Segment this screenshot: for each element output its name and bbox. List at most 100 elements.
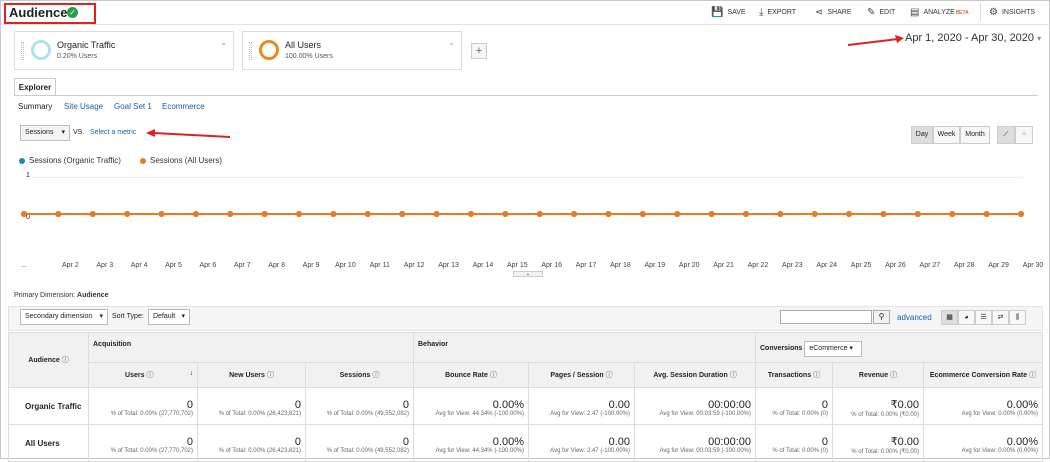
- data-point[interactable]: [124, 211, 131, 217]
- data-point[interactable]: [227, 211, 234, 217]
- add-segment-button[interactable]: +: [471, 43, 487, 59]
- cell-subtext: Avg for View: 0.00% (0.00%): [961, 410, 1039, 417]
- comparison-icon[interactable]: ⇄: [992, 310, 1009, 325]
- data-point[interactable]: [192, 211, 199, 217]
- performance-icon[interactable]: ☰: [975, 310, 992, 325]
- data-point[interactable]: [571, 211, 578, 217]
- col-avg-session-duration[interactable]: Avg. Session Duration ⓘ: [634, 362, 756, 388]
- chevron-down-icon[interactable]: ⌄: [448, 38, 455, 47]
- x-tick-label: Apr 16: [541, 262, 562, 269]
- data-point[interactable]: [261, 211, 268, 217]
- edit-button[interactable]: ✎ EDIT: [867, 7, 895, 18]
- motion-chart-icon[interactable]: ⁘: [1015, 126, 1033, 144]
- vs-label: VS.: [73, 129, 85, 136]
- tab-explorer[interactable]: Explorer: [14, 78, 56, 96]
- data-point[interactable]: [1018, 211, 1024, 217]
- data-point[interactable]: [502, 211, 509, 217]
- data-point[interactable]: [949, 211, 956, 217]
- secondary-dimension-select[interactable]: Secondary dimension ▾: [20, 309, 108, 325]
- col-transactions[interactable]: Transactions ⓘ: [755, 362, 833, 388]
- table-cell: ₹0.00% of Total: 0.00% (₹0.00): [832, 424, 924, 462]
- table-cell: 0.00 Avg for View: 2.47 (-100.00%): [528, 387, 635, 425]
- data-point[interactable]: [674, 211, 681, 217]
- audience-header[interactable]: Audience ⓘ: [8, 332, 89, 388]
- line-chart-icon[interactable]: ⟋: [997, 126, 1015, 144]
- data-point[interactable]: [742, 211, 749, 217]
- segment-percent: 100.00% Users: [285, 53, 333, 60]
- segment-card-organic[interactable]: Organic Traffic 0.20% Users ⌄: [14, 31, 234, 70]
- insights-button[interactable]: ⚙ INSIGHTS: [989, 7, 1035, 18]
- cell-subtext: % of Total: 0.00% (26,423,821): [218, 410, 301, 417]
- data-point[interactable]: [777, 211, 784, 217]
- table-cell: 0.00 Avg for View: 2.47 (-100.00%): [528, 424, 635, 462]
- data-point[interactable]: [21, 211, 27, 217]
- col-pages-session[interactable]: Pages / Session ⓘ: [528, 362, 635, 388]
- data-point[interactable]: [296, 211, 303, 217]
- granularity-day-button[interactable]: Day: [911, 126, 933, 144]
- col-sessions[interactable]: Sessions ⓘ: [305, 362, 414, 388]
- pie-chart-icon[interactable]: ◕: [958, 310, 975, 325]
- col-new-users[interactable]: New Users ⓘ: [197, 362, 306, 388]
- export-button[interactable]: ⤓ EXPORT: [759, 7, 796, 18]
- chart-collapse-handle[interactable]: ⌄: [513, 271, 543, 277]
- data-point[interactable]: [914, 211, 921, 217]
- data-point[interactable]: [880, 211, 887, 217]
- data-point[interactable]: [708, 211, 715, 217]
- data-point[interactable]: [983, 211, 990, 217]
- data-point[interactable]: [811, 211, 818, 217]
- col-ecommerce-conversion-rate[interactable]: Ecommerce Conversion Rate ⓘ: [923, 362, 1043, 388]
- data-table-icon[interactable]: ▦: [941, 310, 958, 325]
- subnav-summary[interactable]: Summary: [18, 102, 52, 111]
- drag-handle-icon[interactable]: [21, 42, 24, 60]
- data-point[interactable]: [89, 211, 96, 217]
- date-range-picker[interactable]: Apr 1, 2020 - Apr 30, 2020 ▾: [905, 32, 1041, 44]
- cell-value: 00:00:00: [708, 398, 751, 411]
- help-icon: ⓘ: [146, 372, 154, 379]
- pivot-icon[interactable]: ⫼: [1009, 310, 1026, 325]
- x-tick-label: Apr 6: [200, 262, 217, 269]
- granularity-month-button[interactable]: Month: [960, 126, 990, 144]
- data-point[interactable]: [605, 211, 612, 217]
- data-point[interactable]: [55, 211, 62, 217]
- sort-type-select[interactable]: Default ▾: [148, 309, 190, 325]
- col-revenue[interactable]: Revenue ⓘ: [832, 362, 924, 388]
- col-bounce-rate[interactable]: Bounce Rate ⓘ: [413, 362, 529, 388]
- cell-value: 0.00%: [1006, 435, 1038, 448]
- data-point[interactable]: [433, 211, 440, 217]
- save-button[interactable]: 💾 SAVE: [711, 7, 746, 18]
- segment-card-all-users[interactable]: All Users 100.00% Users ⌄: [242, 31, 462, 70]
- subnav-goal-set[interactable]: Goal Set 1: [114, 102, 152, 111]
- legend-dot-all-users: [140, 157, 146, 164]
- data-point[interactable]: [158, 211, 165, 217]
- cell-value: 0: [294, 398, 301, 411]
- select-metric-link[interactable]: Select a metric: [90, 129, 136, 136]
- cell-value: 0.00%: [492, 398, 524, 411]
- data-point[interactable]: [364, 211, 371, 217]
- edit-icon: ✎: [867, 7, 876, 18]
- subnav-ecommerce[interactable]: Ecommerce: [162, 102, 205, 111]
- table-search-input[interactable]: [780, 310, 872, 324]
- conversions-select[interactable]: eCommerce ▾: [804, 341, 863, 357]
- x-tick-label: Apr 19: [645, 262, 666, 269]
- search-icon[interactable]: ⚲: [873, 310, 890, 324]
- data-point[interactable]: [467, 211, 474, 217]
- cell-subtext: % of Total: 0.00% (27,770,702): [110, 410, 193, 417]
- data-point[interactable]: [399, 211, 406, 217]
- share-button[interactable]: ⋖ SHARE: [815, 7, 852, 18]
- drag-handle-icon[interactable]: [249, 42, 252, 60]
- granularity-week-button[interactable]: Week: [933, 126, 960, 144]
- x-tick-label: Apr 15: [507, 262, 528, 269]
- row-audience-name[interactable]: Organic Traffic: [8, 387, 89, 425]
- chevron-down-icon[interactable]: ⌄: [220, 38, 227, 47]
- row-audience-name[interactable]: All Users: [8, 424, 89, 462]
- data-point[interactable]: [639, 211, 646, 217]
- data-point[interactable]: [330, 211, 337, 217]
- col-users[interactable]: Users ⓘ ↓: [88, 362, 198, 388]
- subnav-site-usage[interactable]: Site Usage: [64, 102, 103, 111]
- advanced-filter-link[interactable]: advanced: [897, 313, 932, 322]
- cell-subtext: Avg for View: 44.34% (-100.00%): [435, 447, 525, 454]
- data-point[interactable]: [536, 211, 543, 217]
- analyze-button[interactable]: ▤ ANALYZE BETA: [910, 7, 969, 18]
- data-point[interactable]: [846, 211, 853, 217]
- metric-select[interactable]: Sessions ▾: [20, 125, 70, 141]
